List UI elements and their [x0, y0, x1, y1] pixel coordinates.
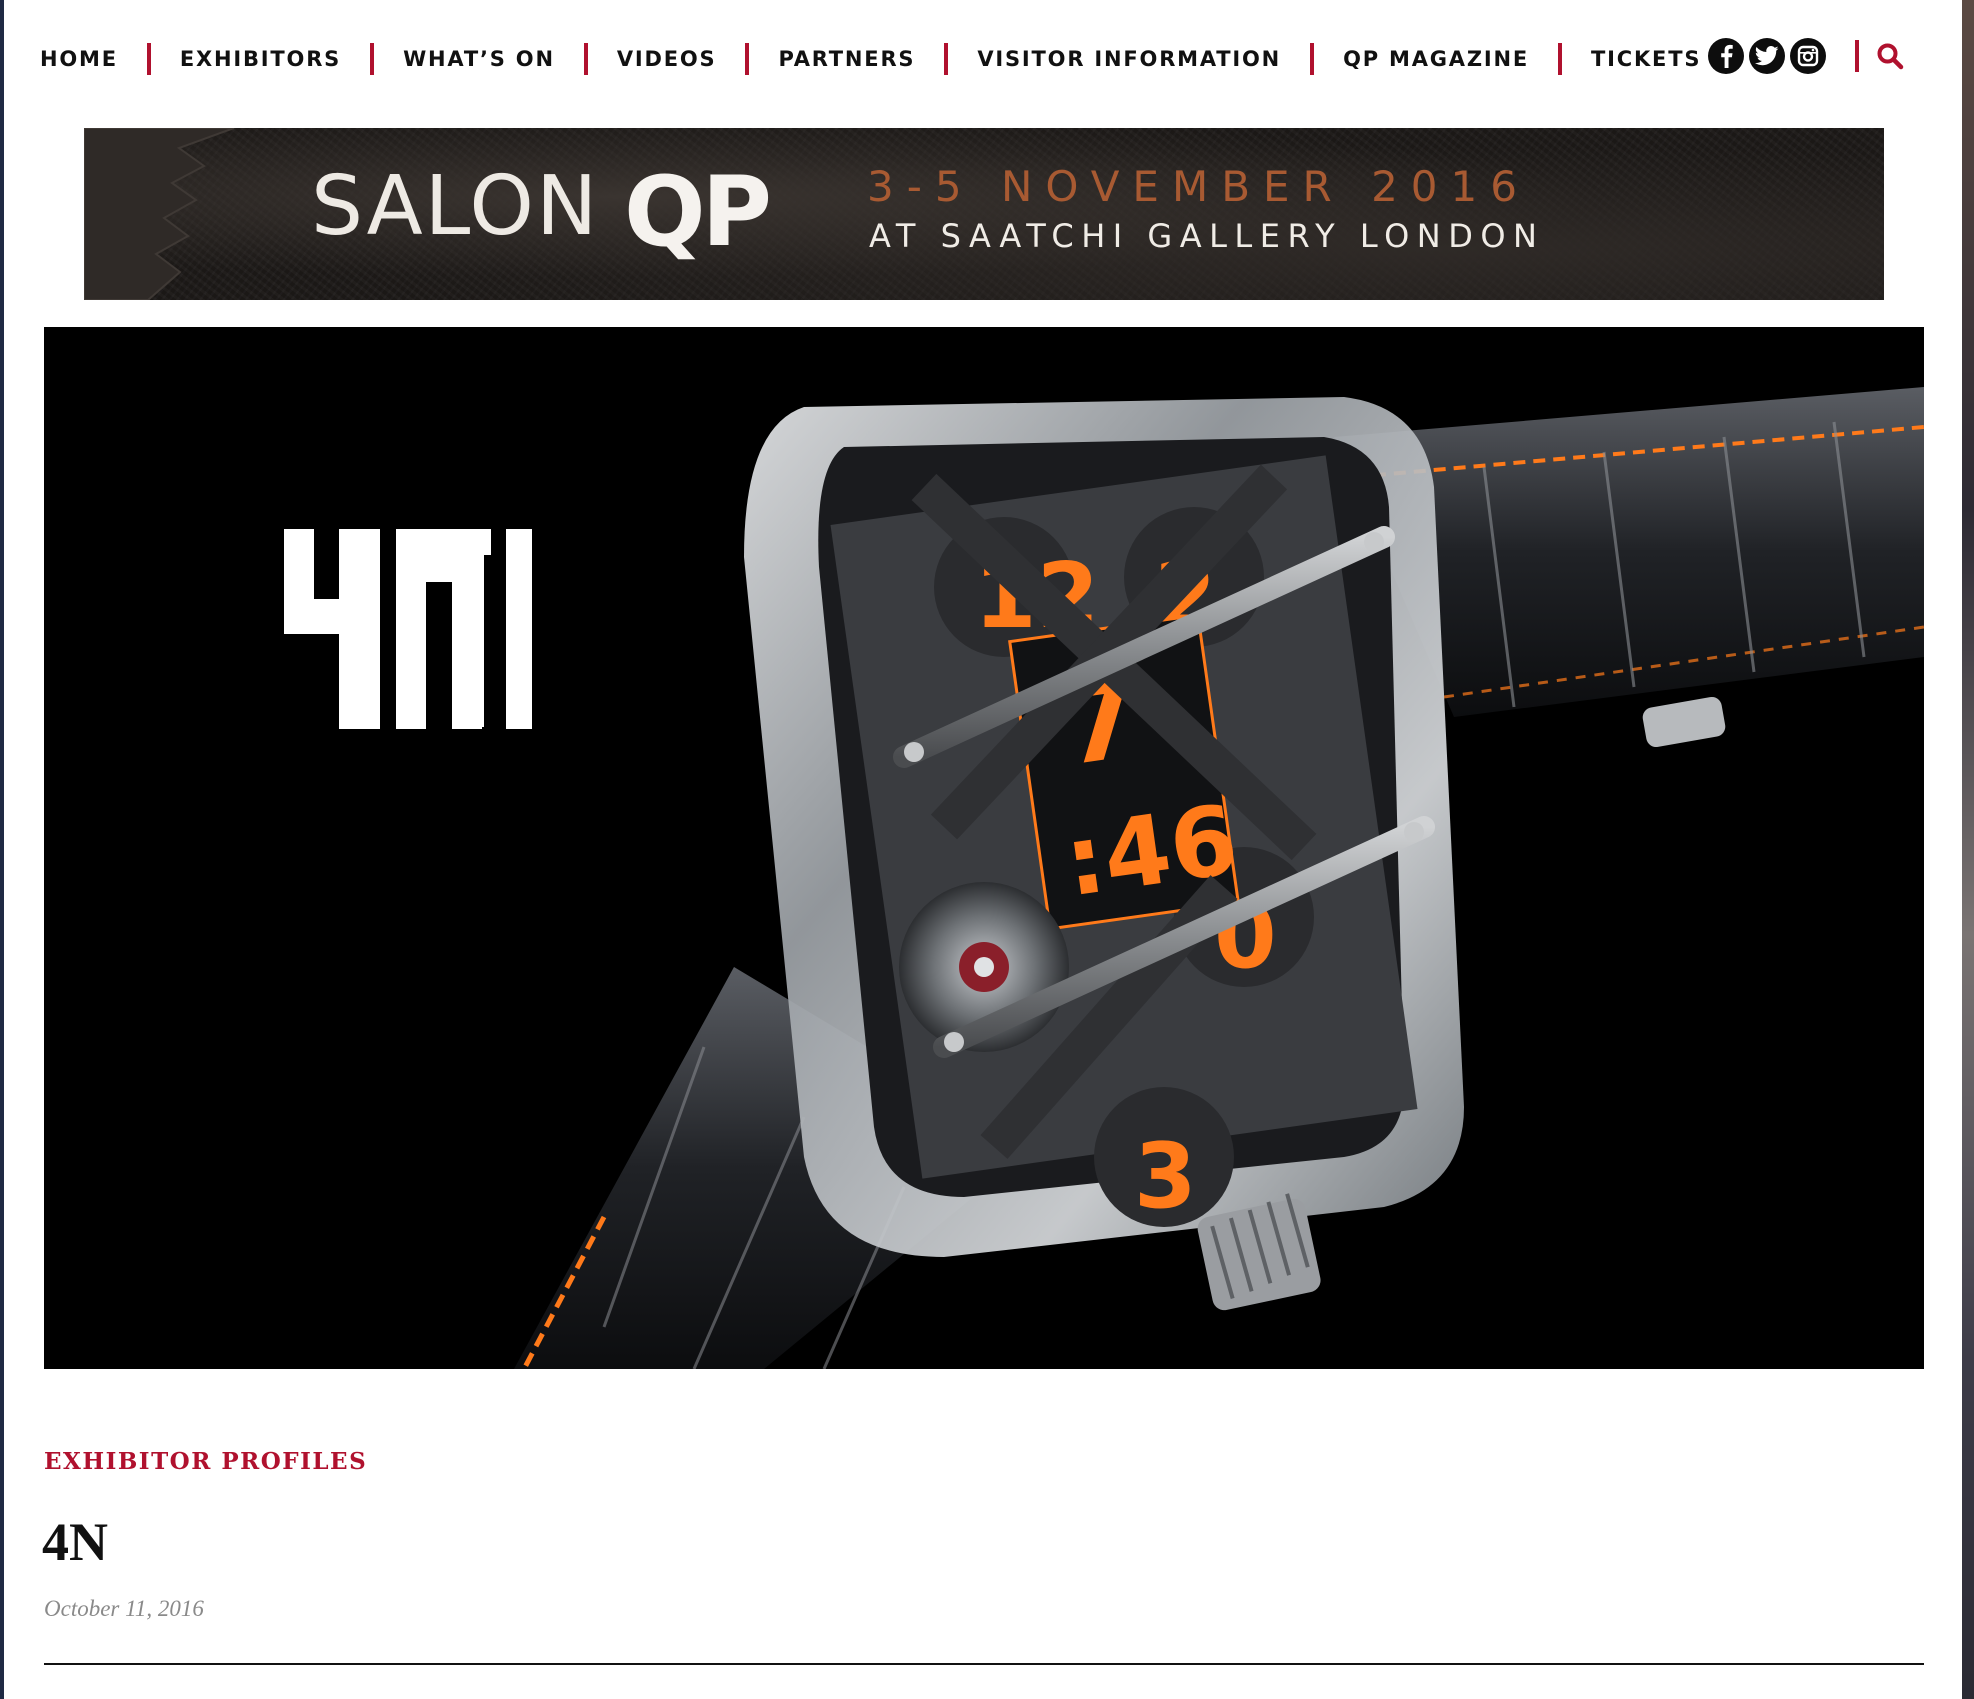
salon-qp-banner[interactable]: SALON QP 3-5 NOVEMBER 2016 AT SAATCHI GA…	[84, 128, 1884, 300]
banner-qp-logo: QP	[624, 156, 772, 268]
nav-qp-magazine[interactable]: QP MAGAZINE	[1343, 47, 1529, 71]
article-date: October 11, 2016	[44, 1596, 204, 1621]
nav-exhibitors[interactable]: EXHIBITORS	[180, 47, 341, 71]
banner-event-date: 3-5 NOVEMBER 2016	[867, 162, 1530, 211]
nav-whats-on[interactable]: WHAT’S ON	[403, 47, 555, 71]
nav-videos[interactable]: VIDEOS	[617, 47, 717, 71]
divider	[44, 1663, 1924, 1665]
4n-logo-icon	[284, 529, 532, 729]
nav-separator	[146, 43, 151, 75]
banner-decoration	[84, 128, 235, 300]
main-navigation: HOME EXHIBITORS WHAT’S ON VIDEOS PARTNER…	[40, 38, 1701, 80]
banner-event-venue: AT SAATCHI GALLERY LONDON	[869, 217, 1545, 255]
article-category-link[interactable]: EXHIBITOR PROFILES	[44, 1448, 367, 1475]
nav-separator	[370, 43, 375, 75]
instagram-icon[interactable]	[1790, 38, 1826, 74]
nav-separator	[1558, 43, 1563, 75]
nav-visitor-information[interactable]: VISITOR INFORMATION	[977, 47, 1281, 71]
search-icon[interactable]	[1875, 41, 1905, 71]
nav-separator	[1855, 40, 1859, 72]
window-frame-right	[1962, 0, 1974, 1699]
facebook-icon[interactable]	[1708, 38, 1744, 74]
social-links	[1708, 38, 1905, 74]
watch-image: 12 2 0 3 7 :46	[514, 387, 1924, 1369]
banner-salon-text: SALON	[311, 159, 600, 254]
nav-separator	[1310, 43, 1315, 75]
twitter-icon[interactable]	[1749, 38, 1785, 74]
nav-partners[interactable]: PARTNERS	[778, 47, 915, 71]
nav-separator	[583, 43, 588, 75]
svg-text:3: 3	[1134, 1124, 1197, 1229]
article-title: 4N	[42, 1512, 108, 1572]
nav-separator	[745, 43, 750, 75]
nav-tickets[interactable]: TICKETS	[1591, 47, 1701, 71]
window-frame-left	[0, 0, 4, 1699]
hero-image: 12 2 0 3 7 :46	[44, 327, 1924, 1369]
nav-separator	[944, 43, 949, 75]
nav-home[interactable]: HOME	[40, 47, 118, 71]
